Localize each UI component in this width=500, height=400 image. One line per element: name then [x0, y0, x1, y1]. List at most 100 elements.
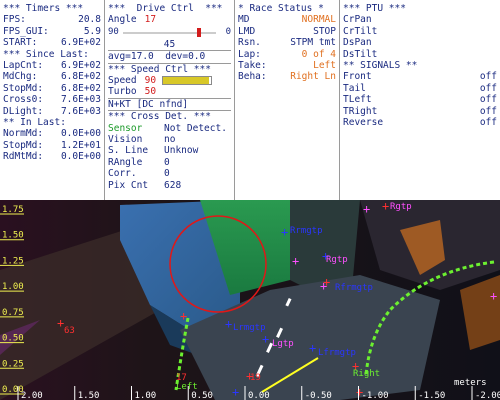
svg-text:+: + — [281, 225, 288, 239]
since-last-row-value: 6.8E+02 — [60, 71, 101, 83]
x-tick-label: -1.50 — [418, 391, 445, 400]
angle-slider[interactable]: 90 0 — [108, 27, 231, 39]
x-tick-label: 2.00 — [21, 391, 43, 400]
slider-value: 45 — [163, 38, 176, 50]
svg-text:+: + — [232, 385, 239, 399]
nkt-status: N+KT [DC nfnd] — [108, 97, 231, 110]
since-last-row-value: 7.6E+03 — [60, 105, 101, 117]
label-rgtp-mid: Rgtp — [326, 255, 348, 265]
speed-label: Speed — [108, 75, 137, 87]
since-last-row-value: 6.8E+02 — [60, 82, 101, 94]
angle-label: Angle — [108, 14, 137, 26]
in-last-row: StopMd: 1.2E+01 — [3, 140, 101, 151]
since-last-row-label: MdChg: — [3, 71, 38, 83]
slider-min-label: 90 — [108, 26, 119, 37]
race-status-row-value: 0 of 4 — [301, 48, 336, 60]
timer-row: FPS: 20.8 — [3, 14, 101, 25]
label-num-bottom-mid: 19 — [250, 373, 261, 383]
y-tick-label: 1.50 — [2, 231, 24, 241]
ptu-item: CrTilt — [343, 25, 378, 37]
race-status-row: Beha: Right Ln — [238, 71, 336, 82]
in-last-row-label: RdMtMd: — [3, 151, 44, 163]
race-status-rows: MD NORMAL LMD STOP Rsn. STPM tmt Lap: 0 of 4 Tak… — [238, 14, 336, 82]
signal-row: Reverse off — [343, 117, 497, 128]
in-last-row-label: StopMd: — [3, 139, 44, 151]
timers-rows: FPS: 20.8 FPS_GUI: 5.9 START: 6.9E+02 — [3, 14, 101, 48]
y-tick-label: 1.75 — [2, 205, 24, 215]
x-tick-label: -0.50 — [305, 391, 332, 400]
signal-row-label: Reverse — [343, 117, 384, 129]
x-tick-label: -1.00 — [362, 391, 389, 400]
drive-ctrl-panel: *** Drive Ctrl *** Angle 17 90 0 45 avg=… — [105, 0, 235, 200]
since-last-row-label: LapCnt: — [3, 60, 44, 72]
signal-row-label: Front — [343, 71, 372, 83]
label-num-bottom-left: 17 — [176, 373, 187, 383]
svg-text:+: + — [309, 341, 316, 355]
cross-det-value: Unknow — [164, 145, 199, 157]
svg-text:+: + — [490, 289, 497, 303]
signal-row-value: off — [479, 117, 497, 129]
race-status-row-value: Right Ln — [290, 71, 336, 83]
ptu-item: DsPan — [343, 37, 372, 49]
y-tick-label: 0.25 — [2, 359, 24, 369]
since-last-row-label: Cross0: — [3, 94, 44, 106]
angle-row: Angle 17 — [108, 14, 231, 25]
timers-header: *** Timers *** — [3, 3, 84, 14]
speed-row: Speed 90 — [108, 75, 231, 86]
x-tick-label: 0.50 — [191, 391, 213, 400]
label-rrmgtp: Rrmgtp — [290, 226, 323, 236]
x-tick-label: 1.00 — [135, 391, 157, 400]
in-last-row-label: NormMd: — [3, 128, 44, 140]
cross-det-value: Not Detect. — [164, 122, 227, 134]
timer-row: START: 6.9E+02 — [3, 37, 101, 48]
signal-row: TRight off — [343, 106, 497, 117]
label-lgtp: Lgtp — [272, 339, 294, 349]
svg-text:+: + — [180, 309, 187, 323]
race-status-row: Take: Left — [238, 60, 336, 71]
in-last-row-value: 0.0E+00 — [60, 128, 101, 140]
cross-det-row: S. Line Unknow — [108, 145, 231, 156]
camera-view[interactable]: + + + + + + + + + + + + + + + + + Rgtp R… — [0, 200, 500, 400]
signals-header: ** SIGNALS ** — [343, 60, 418, 72]
svg-text:+: + — [363, 202, 370, 216]
since-last-row-label: DLight: — [3, 105, 44, 117]
since-last-row: MdChg: 6.8E+02 — [3, 71, 101, 82]
slider-max-label: 0 — [225, 26, 231, 37]
slider-track[interactable] — [123, 31, 216, 34]
label-rgtp-top: Rgtp — [390, 202, 412, 212]
svg-text:+: + — [382, 200, 389, 213]
timer-row-value: 5.9 — [83, 25, 101, 37]
ptu-panel: *** PTU *** CrPan CrTilt DsPan DsTilt ** SI… — [340, 0, 500, 200]
slider-knob[interactable] — [197, 27, 202, 37]
race-status-header: * Race Status * — [238, 3, 324, 14]
since-last-row: DLight: 7.6E+03 — [3, 106, 101, 117]
svg-text:+: + — [323, 275, 330, 289]
label-num-left: 63 — [64, 326, 75, 336]
x-tick-label: -2.00 — [475, 391, 500, 400]
label-right-line: Right — [353, 369, 380, 379]
cross-det-row: Corr. 0 — [108, 168, 231, 179]
cross-det-label: S. Line — [108, 145, 149, 157]
signal-row-value: off — [479, 105, 497, 117]
timer-row-value: 20.8 — [78, 14, 101, 26]
signal-row-value: off — [479, 71, 497, 83]
race-status-row-label: Lap: — [238, 48, 261, 60]
y-tick-label: 0.75 — [2, 308, 24, 318]
cross-det-label: RAngle — [108, 156, 143, 168]
svg-text:+: + — [225, 317, 232, 331]
turbo-row: Turbo 50 — [108, 86, 231, 97]
in-last-row: RdMtMd: 0.0E+00 — [3, 151, 101, 162]
since-last-header: *** Since Last: — [3, 48, 89, 60]
since-last-row-value: 6.9E+02 — [60, 60, 101, 72]
since-last-rows: LapCnt: 6.9E+02 MdChg: 6.8E+02 StopMd: 6.8E+0… — [3, 60, 101, 117]
race-status-row-value: STPM tmt — [290, 37, 336, 49]
timer-row-label: START: — [3, 37, 38, 49]
since-last-row: StopMd: 6.8E+02 — [3, 83, 101, 94]
cross-det-label: Vision — [108, 134, 143, 146]
telemetry-window: *** Timers *** FPS: 20.8 FPS_GUI: 5.9 START:… — [0, 0, 500, 400]
signal-row-label: TLeft — [343, 94, 372, 106]
signal-row-value: off — [479, 82, 497, 94]
cross-det-value: no — [164, 134, 176, 146]
in-last-rows: NormMd: 0.0E+00 StopMd: 1.2E+01 RdMtMd: 0.0E+… — [3, 128, 101, 162]
signal-row: Tail off — [343, 83, 497, 94]
